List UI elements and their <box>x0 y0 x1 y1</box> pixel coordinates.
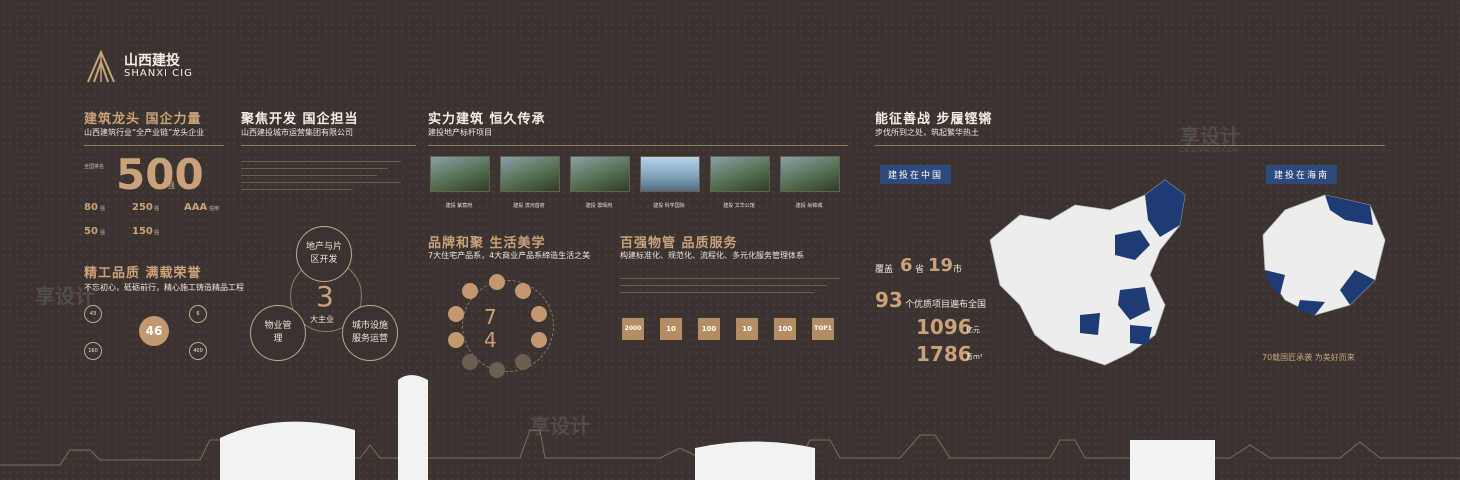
section4-subtitle: 建投地产标杆项目 <box>428 128 492 137</box>
product-node <box>515 283 531 299</box>
badge: 6 <box>189 305 207 323</box>
stat-value: 50 <box>84 226 98 237</box>
project-caption: 建投 科学国际 <box>653 203 685 209</box>
logo-cn: 山西建投 <box>124 53 180 69</box>
project-caption: 建投 尚锦城 <box>795 203 823 209</box>
section5-title: 品牌和聚 生活美学 <box>428 236 546 251</box>
company-logo: 山西建投 SHANXI CIG <box>84 48 192 88</box>
stat-unit: 强 <box>154 230 160 236</box>
project-photo <box>570 156 630 192</box>
node-city-services: 城市设施服务运营 <box>342 305 398 361</box>
stat-unit: 信用 <box>209 206 220 212</box>
stat-unit: 强 <box>100 230 106 236</box>
honor-badges: 43 160 46 6 400 <box>84 300 234 380</box>
hainan-caption: 70载国匠承袭 为美好而来 <box>1262 353 1355 362</box>
section1-subtitle: 山西建筑行业“全产业链”龙头企业 <box>84 128 205 137</box>
product-node <box>448 306 464 322</box>
big-value: 500 <box>116 150 204 199</box>
product-node <box>531 306 547 322</box>
badge: 400 <box>189 342 207 360</box>
stat-value: 150 <box>132 226 153 237</box>
project-photo <box>710 156 770 192</box>
product-node <box>462 354 478 370</box>
asset-value: 1096 <box>916 315 972 339</box>
divider <box>241 145 416 146</box>
service-stat: 2000 <box>622 318 644 340</box>
section6-title: 百强物管 品质服务 <box>620 236 738 251</box>
node-label: 地产与片区开发 <box>305 242 342 265</box>
project-photo <box>430 156 490 192</box>
watermark: 享设计 <box>1180 124 1240 148</box>
section3-body <box>241 155 401 210</box>
logo-en: SHANXI CIG <box>124 68 193 79</box>
project-photo <box>500 156 560 192</box>
project-photo <box>640 156 700 192</box>
service-stat: 100 <box>774 318 796 340</box>
section1-title: 建筑龙头 国企力量 <box>84 112 202 127</box>
node-property: 物业管理 <box>250 305 306 361</box>
project-count-label: 个优质项目遍布全国 <box>905 300 987 310</box>
badge: 160 <box>84 342 102 360</box>
province-count: 6 <box>900 255 913 276</box>
core-number: 3 <box>316 280 334 313</box>
section7-subtitle: 步伐所到之处，筑起繁华热土 <box>875 128 979 137</box>
service-stat: 100 <box>698 318 720 340</box>
tag-china: 建投在中国 <box>880 165 952 184</box>
service-stat: TOP1 <box>812 318 834 340</box>
product-node <box>462 283 478 299</box>
product-node <box>531 332 547 348</box>
project-caption: 建投 紫宸府 <box>445 203 473 209</box>
hainan-map <box>1262 194 1386 316</box>
product-count-bottom: 4 <box>484 328 497 352</box>
section5-subtitle: 7大住宅产品系，4大商业产品系缔造生活之美 <box>428 251 591 260</box>
stat-unit: 强 <box>154 206 160 212</box>
divider <box>428 145 848 146</box>
project-count: 93 <box>875 288 903 312</box>
project-caption: 建投 雲晖府 <box>585 203 613 209</box>
province-unit: 省 <box>915 265 925 275</box>
section2-title: 精工品质 满载荣誉 <box>84 266 202 281</box>
section2-subtitle: 不忘初心，砥砺前行，精心施工铸造精品工程 <box>84 283 244 292</box>
project-photo <box>780 156 840 192</box>
big-unit: 强 <box>167 181 175 190</box>
badge-main: 46 <box>139 316 169 346</box>
node-label: 城市设施服务运营 <box>351 321 388 344</box>
section4-title: 实力建筑 恒久传承 <box>428 112 546 127</box>
city-count: 19 <box>928 255 954 276</box>
stat-grid: 80 强 250 强 AAA 信用 50 强 150 强 <box>84 202 234 242</box>
product-count-top: 7 <box>484 305 497 329</box>
stat-value: 80 <box>84 202 98 213</box>
service-stat: 10 <box>736 318 758 340</box>
node-development: 地产与片区开发 <box>296 226 352 282</box>
section6-body <box>620 272 840 302</box>
cover-label: 覆盖 <box>875 265 894 275</box>
watermark-sub: DESIGN006.COM <box>1180 146 1240 154</box>
stat-value: AAA <box>184 202 208 213</box>
divider <box>84 145 224 146</box>
big-prefix: 全国排名 <box>84 164 105 170</box>
china-map <box>989 179 1186 366</box>
area-value: 1786 <box>916 342 972 366</box>
asset-unit: 亿元 <box>966 326 980 334</box>
product-node <box>448 332 464 348</box>
section7-title: 能征善战 步履铿锵 <box>875 112 993 127</box>
section3-title: 聚焦开发 国企担当 <box>241 112 359 127</box>
project-caption: 建投 文华公馆 <box>723 203 755 209</box>
watermark: 享设计 <box>35 284 95 308</box>
area-unit: 万m² <box>966 353 983 361</box>
section6-subtitle: 构建标准化、规范化、流程化、多元化服务管理体系 <box>620 251 804 260</box>
product-node <box>489 274 505 290</box>
city-skyline <box>0 375 1460 480</box>
stat-value: 250 <box>132 202 153 213</box>
project-caption: 建投 滨河首府 <box>513 203 545 209</box>
logo-mark-icon <box>87 49 115 83</box>
city-unit: 市 <box>953 265 963 275</box>
section3-subtitle: 山西建投城市运营集团有限公司 <box>241 128 353 137</box>
core-label: 大主业 <box>310 315 334 324</box>
service-stat: 10 <box>660 318 682 340</box>
divider <box>875 145 1385 146</box>
node-label: 物业管理 <box>264 321 292 344</box>
product-node <box>515 354 531 370</box>
stat-unit: 强 <box>100 206 106 212</box>
